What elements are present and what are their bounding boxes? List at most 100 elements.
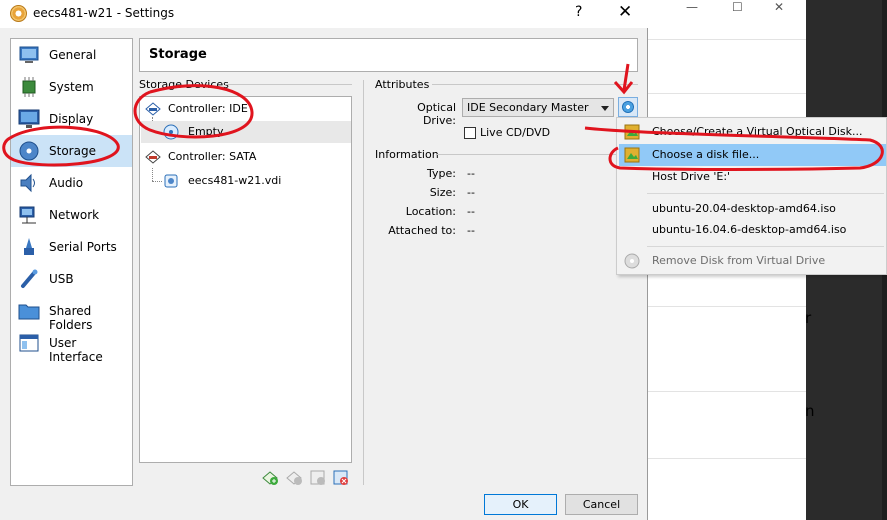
speaker-icon xyxy=(20,173,35,193)
live-cd-label: Live CD/DVD xyxy=(480,126,551,139)
background-divider xyxy=(648,306,807,307)
size-value: -- xyxy=(467,186,475,199)
serial-port-icon xyxy=(24,238,34,255)
storage-tree: Controller: IDE Empty Controller: SATA e… xyxy=(139,96,352,463)
monitor-icon xyxy=(18,109,40,128)
menu-separator xyxy=(647,246,884,247)
optical-drive-value: IDE Secondary Master xyxy=(467,101,589,114)
sidebar-item-audio[interactable]: Audio xyxy=(11,167,132,199)
menu-item-label: Host Drive 'E:' xyxy=(652,170,731,183)
remove-controller-icon[interactable] xyxy=(286,469,303,486)
sidebar-item-general[interactable]: General xyxy=(11,39,132,71)
hard-disk-icon xyxy=(164,174,178,188)
cancel-button[interactable]: Cancel xyxy=(565,494,638,515)
chip-icon xyxy=(22,77,36,97)
background-divider xyxy=(648,39,807,40)
sidebar-item-label: Storage xyxy=(49,144,96,158)
tree-item-label: Empty xyxy=(188,125,224,138)
optical-drive-label: Optical Drive: xyxy=(417,101,456,127)
settings-dialog: eecs481-w21 - Settings ? ✕ General Syste… xyxy=(0,0,648,520)
cd-icon xyxy=(163,124,179,140)
folder-icon xyxy=(18,304,40,320)
sata-controller-icon xyxy=(145,150,161,164)
optical-disk-icon xyxy=(622,101,634,113)
background-minimize-icon[interactable]: — xyxy=(686,0,698,14)
sidebar-item-label: System xyxy=(49,80,94,94)
attached-to-label: Attached to: xyxy=(388,224,456,237)
sidebar-item-display[interactable]: Display xyxy=(11,103,132,135)
storage-devices-label: Storage Devices xyxy=(139,78,229,91)
page-title: Storage xyxy=(149,47,207,62)
background-text: r xyxy=(805,309,812,327)
tree-item-empty[interactable]: Empty xyxy=(141,121,351,143)
add-controller-icon[interactable] xyxy=(262,469,279,486)
background-maximize-icon[interactable]: ☐ xyxy=(732,0,743,14)
optical-disk-menu: Choose/Create a Virtual Optical Disk... … xyxy=(616,117,887,275)
sidebar-item-serial-ports[interactable]: Serial Ports xyxy=(11,231,132,263)
sidebar-item-label: Display xyxy=(49,112,94,126)
optical-disk-icon xyxy=(624,124,640,140)
help-button[interactable]: ? xyxy=(575,4,582,20)
location-label: Location: xyxy=(405,205,456,218)
background-close-icon[interactable]: ✕ xyxy=(774,0,784,14)
background-divider xyxy=(648,93,807,94)
menu-item-label: Choose a disk file... xyxy=(652,148,760,161)
tree-item-controller-ide[interactable]: Controller: IDE xyxy=(141,98,351,120)
sidebar-item-label: USB xyxy=(49,272,74,286)
menu-item-label: Remove Disk from Virtual Drive xyxy=(652,254,826,267)
splitter-handle[interactable] xyxy=(363,80,364,485)
size-label: Size: xyxy=(429,186,456,199)
sidebar-item-user-interface[interactable]: User Interface xyxy=(11,327,132,364)
sidebar-item-shared-folders[interactable]: Shared Folders xyxy=(11,295,132,332)
disk-icon xyxy=(19,141,39,161)
location-value: -- xyxy=(467,205,475,218)
background-text: n xyxy=(805,402,815,420)
general-icon xyxy=(19,46,39,63)
sidebar-item-label: Serial Ports xyxy=(49,240,117,254)
sidebar-item-system[interactable]: System xyxy=(11,71,132,103)
choose-disk-button[interactable] xyxy=(618,97,638,117)
menu-item-choose-disk-file[interactable]: Choose a disk file... xyxy=(619,144,886,166)
menu-item-label: Choose/Create a Virtual Optical Disk... xyxy=(652,125,863,138)
sidebar-item-label: User Interface xyxy=(49,336,103,364)
tree-item-label: Controller: IDE xyxy=(168,102,248,115)
menu-item-label: ubuntu-20.04-desktop-amd64.iso xyxy=(652,202,836,215)
title-bar: eecs481-w21 - Settings ? ✕ xyxy=(0,0,648,28)
ide-controller-icon xyxy=(145,102,161,116)
usb-icon xyxy=(21,269,38,288)
remove-attachment-icon[interactable] xyxy=(332,469,349,486)
tree-item-controller-sata[interactable]: Controller: SATA xyxy=(141,146,351,168)
information-label: Information xyxy=(375,148,439,161)
chevron-down-icon xyxy=(601,106,609,111)
group-divider xyxy=(432,84,638,85)
ok-button[interactable]: OK xyxy=(484,494,557,515)
sidebar-item-network[interactable]: Network xyxy=(11,199,132,231)
menu-item-choose-create-disk[interactable]: Choose/Create a Virtual Optical Disk... xyxy=(619,121,886,143)
sidebar-item-storage[interactable]: Storage xyxy=(11,135,132,167)
type-value: -- xyxy=(467,167,475,180)
menu-item-ubuntu-20[interactable]: ubuntu-20.04-desktop-amd64.iso xyxy=(619,198,886,220)
tree-item-label: eecs481-w21.vdi xyxy=(188,174,282,187)
tree-item-label: Controller: SATA xyxy=(168,150,257,163)
attributes-label: Attributes xyxy=(375,78,430,91)
group-divider xyxy=(225,84,352,85)
network-icon xyxy=(19,206,36,224)
window-icon xyxy=(19,334,39,352)
live-cd-checkbox[interactable] xyxy=(464,127,476,139)
sidebar-item-label: General xyxy=(49,48,97,62)
optical-disk-file-icon xyxy=(624,147,640,163)
menu-item-label: ubuntu-16.04.6-desktop-amd64.iso xyxy=(652,223,847,236)
tree-item-vdi[interactable]: eecs481-w21.vdi xyxy=(141,170,351,192)
menu-item-remove-disk[interactable]: Remove Disk from Virtual Drive xyxy=(619,250,886,272)
sidebar-item-usb[interactable]: USB xyxy=(11,263,132,295)
menu-item-ubuntu-16[interactable]: ubuntu-16.04.6-desktop-amd64.iso xyxy=(619,219,886,241)
add-attachment-icon[interactable] xyxy=(309,469,326,486)
type-label: Type: xyxy=(427,167,456,180)
window-title: eecs481-w21 - Settings xyxy=(33,6,175,20)
close-button[interactable]: ✕ xyxy=(618,2,632,22)
settings-sidebar: General System Display Storage Audio Net… xyxy=(10,38,133,486)
optical-drive-select[interactable]: IDE Secondary Master xyxy=(462,98,614,117)
page-header: Storage xyxy=(139,38,638,72)
menu-item-host-drive[interactable]: Host Drive 'E:' xyxy=(619,166,886,188)
background-divider xyxy=(648,391,807,392)
